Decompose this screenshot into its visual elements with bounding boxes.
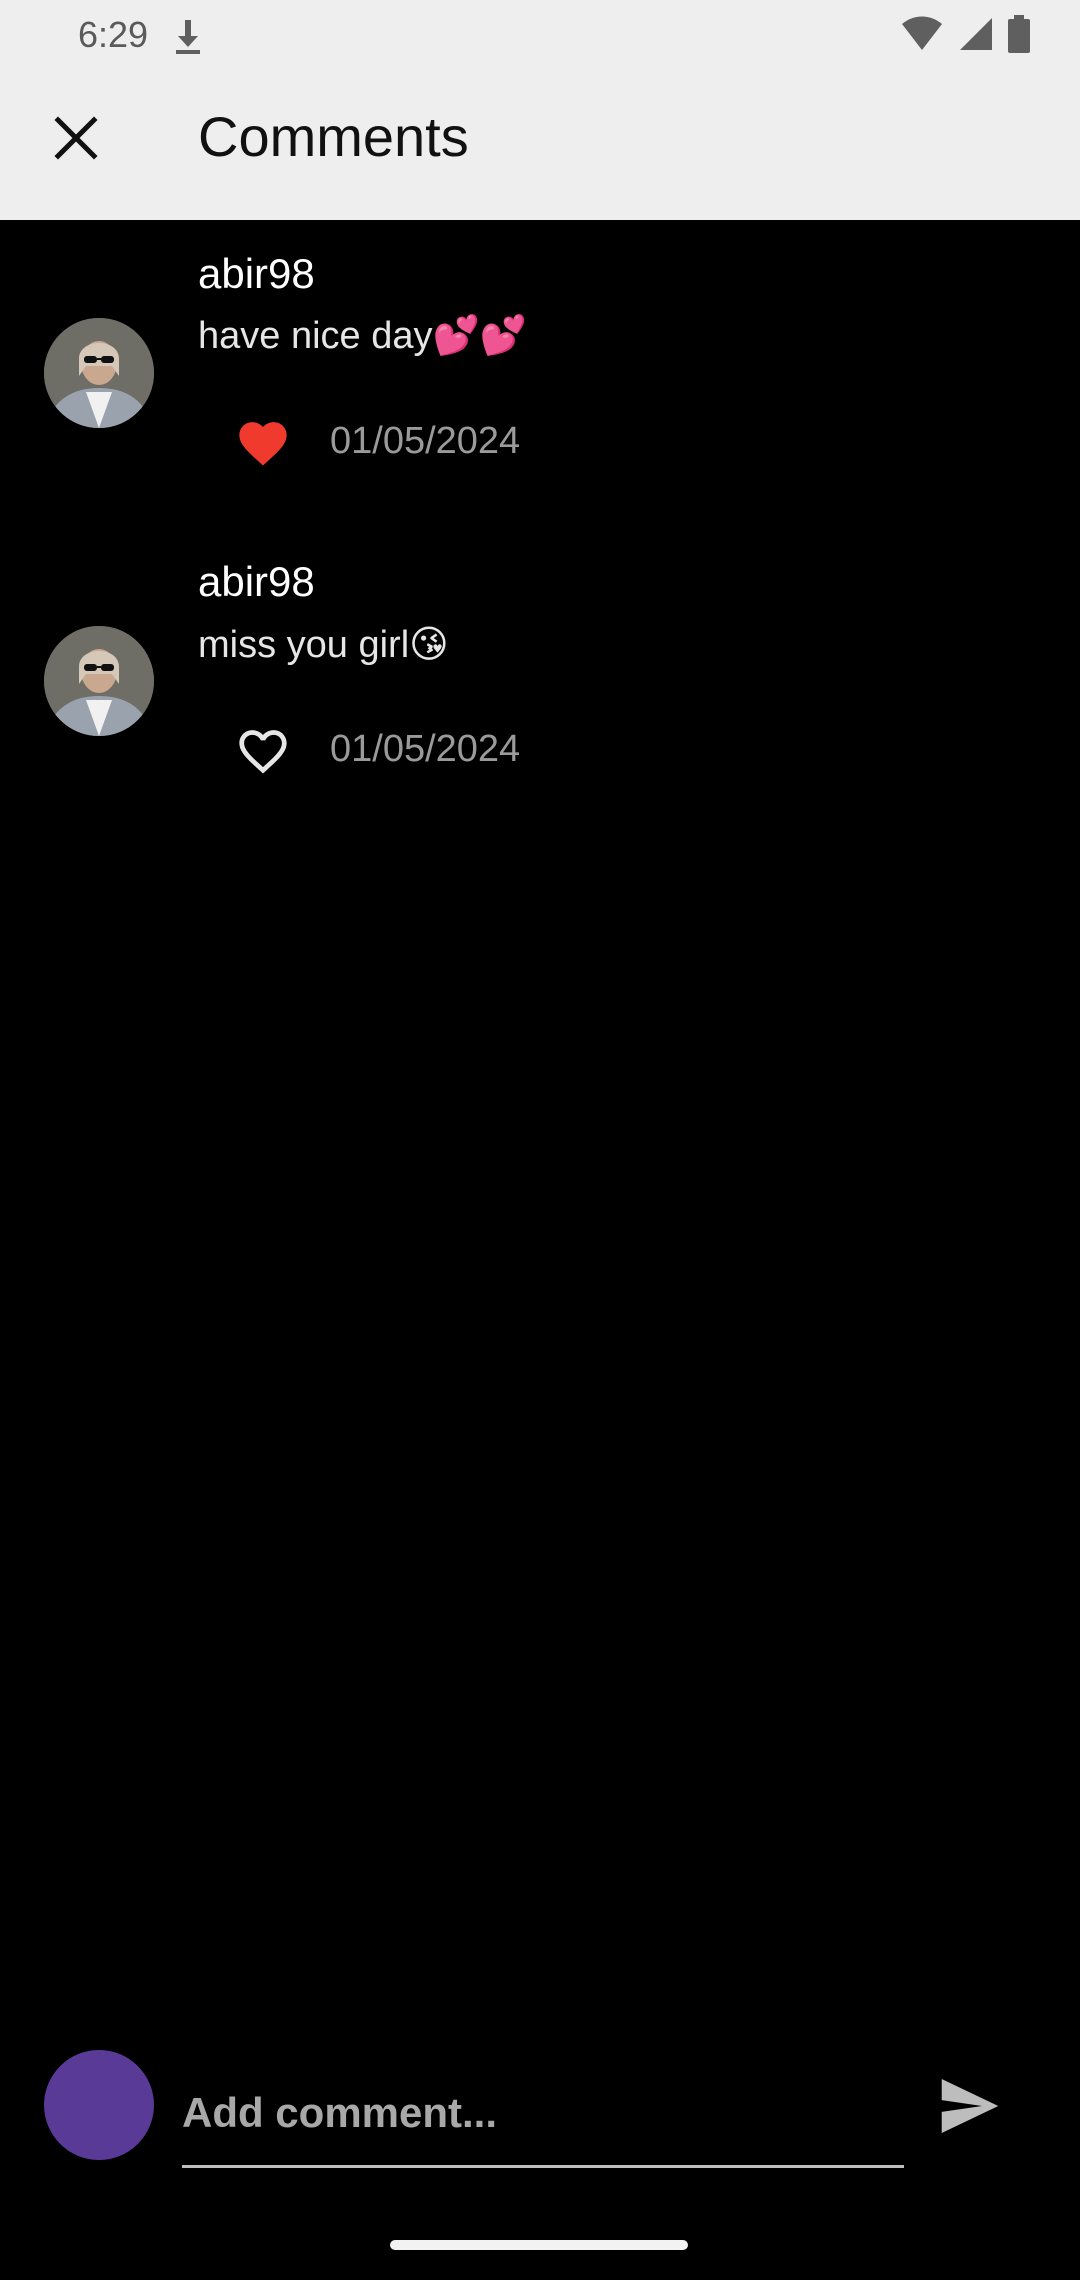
comment-text: have nice day💕💕 (198, 315, 528, 357)
comment-date: 01/05/2024 (330, 728, 521, 770)
comment-date: 01/05/2024 (330, 420, 521, 462)
status-time: 6:29 (78, 14, 149, 55)
wifi-icon (900, 16, 944, 57)
comments-list[interactable]: abir98 have nice day💕💕 01/05/2024 abir98… (0, 220, 1080, 836)
avatar[interactable] (44, 626, 154, 736)
close-button[interactable] (44, 106, 108, 170)
avatar[interactable] (44, 318, 154, 428)
status-bar: 6:29 (0, 0, 1080, 72)
send-button[interactable] (934, 2070, 1006, 2142)
comment-username[interactable]: abir98 (198, 558, 315, 606)
comment-text: miss you girl😘 (198, 624, 449, 666)
close-icon (54, 116, 98, 160)
comment-item: abir98 have nice day💕💕 01/05/2024 (0, 220, 1080, 528)
user-avatar (44, 2050, 154, 2160)
comment-input[interactable] (182, 2060, 904, 2168)
cell-signal-icon (958, 16, 994, 57)
download-icon (172, 16, 204, 56)
comment-composer (0, 2040, 1080, 2180)
battery-icon (1008, 14, 1030, 58)
heart-filled-icon (239, 422, 287, 466)
like-button[interactable] (230, 408, 296, 474)
page-title: Comments (198, 105, 469, 168)
send-icon (941, 2079, 999, 2133)
app-bar: Comments (0, 72, 1080, 220)
comment-item: abir98 miss you girl😘 01/05/2024 (0, 528, 1080, 836)
comment-username[interactable]: abir98 (198, 250, 315, 298)
heart-outline-icon (239, 730, 287, 774)
home-indicator[interactable] (390, 2240, 688, 2250)
like-button[interactable] (230, 716, 296, 782)
